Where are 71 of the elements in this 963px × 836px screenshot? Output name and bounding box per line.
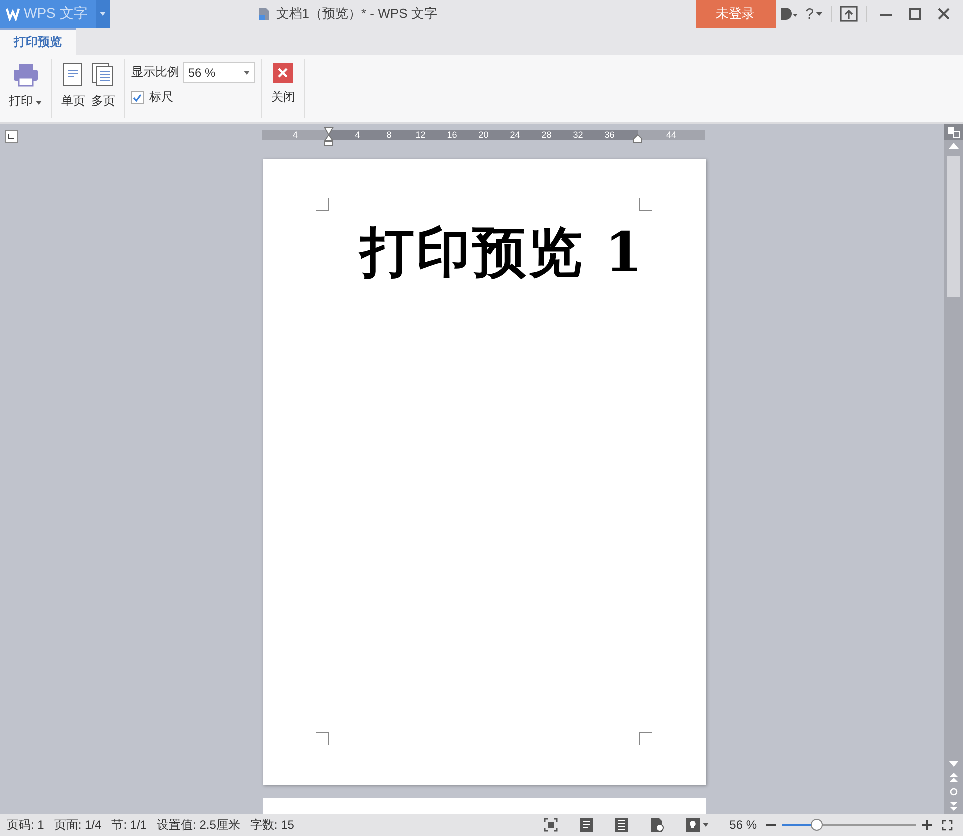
maximize-icon (909, 8, 921, 20)
status-text: 节: 1/1 (112, 816, 148, 834)
scrollbar-thumb[interactable] (947, 156, 960, 297)
status-text: 字数: 15 (250, 816, 294, 834)
fit-page-button[interactable] (544, 818, 558, 832)
zoom-label: 显示比例 (131, 64, 180, 81)
page-icon (63, 63, 84, 87)
single-page-button[interactable]: 单页 (58, 55, 88, 122)
print-button[interactable]: 打印 (6, 55, 46, 122)
lightbulb-icon (686, 818, 700, 832)
web-view-icon (650, 818, 664, 832)
close-preview-button[interactable]: 关闭 (268, 55, 298, 122)
zoom-dropdown[interactable]: 56 % (183, 62, 256, 83)
help-button[interactable]: ? (802, 0, 827, 28)
caret-icon (100, 12, 106, 16)
ruler-label: 36 (604, 130, 616, 140)
crop-mark-icon (639, 198, 652, 211)
page-view-icon (580, 818, 593, 832)
outline-view-icon (614, 818, 628, 832)
ruler-label: 12 (414, 130, 427, 140)
ribbon-tab[interactable]: 打印预览 (0, 28, 76, 55)
ruler-label: 16 (446, 130, 458, 140)
web-view-button[interactable] (650, 818, 664, 832)
down-arrow-icon (948, 761, 958, 767)
document-icon (258, 7, 270, 21)
circle-icon (950, 788, 958, 796)
multi-page-button[interactable]: 多页 (88, 55, 118, 122)
caret-icon (244, 70, 250, 74)
view-toggle-icon[interactable] (944, 124, 963, 140)
crop-mark-icon (316, 732, 329, 745)
printer-icon (12, 63, 39, 87)
ruler-label: 8 (386, 130, 393, 140)
document-heading: 打印预览 1 (358, 221, 645, 283)
caret-icon (36, 101, 42, 105)
crop-mark-icon (639, 732, 652, 745)
status-text: 页面: 1/4 (54, 816, 102, 834)
fit-page-icon (544, 818, 558, 832)
fullscreen-button[interactable] (942, 820, 953, 830)
caret-icon (702, 823, 709, 827)
fullscreen-icon (942, 820, 953, 830)
ruler-corner-button[interactable] (5, 130, 18, 143)
plus-icon (922, 820, 932, 830)
close-icon (273, 63, 294, 83)
ruler-label: 32 (572, 130, 584, 140)
status-text: 页码: 1 (7, 816, 44, 834)
ruler-label: 44 (666, 130, 676, 140)
caret-icon (816, 12, 823, 16)
window-title: 文档1（预览）* - WPS 文字 (276, 5, 438, 23)
ruler-label: 4 (292, 130, 298, 140)
ruler-label: 20 (478, 130, 490, 140)
right-indent-marker-icon[interactable] (633, 134, 643, 144)
status-text: 设置值: 2.5厘米 (157, 816, 240, 834)
zoom-level-text: 56 % (730, 818, 757, 832)
ruler-label: 24 (509, 130, 522, 140)
outline-view-button[interactable] (614, 818, 628, 832)
reading-mode-button[interactable] (686, 818, 709, 832)
up-arrow-icon (948, 143, 958, 149)
double-up-arrow-icon (950, 773, 958, 782)
pages-icon (92, 63, 114, 87)
ruler-label: 28 (540, 130, 553, 140)
zoom-in-button[interactable] (922, 820, 932, 830)
app-logo-icon (6, 7, 20, 21)
close-icon (938, 8, 950, 20)
crop-mark-icon (316, 198, 329, 211)
ruler-label: 4 (354, 130, 362, 140)
indent-marker-icon[interactable] (324, 127, 334, 147)
page-view-button[interactable] (580, 818, 593, 832)
ruler-checkbox[interactable]: 标尺 (131, 89, 256, 106)
check-icon (133, 94, 142, 102)
upload-icon (840, 6, 858, 22)
double-down-arrow-icon (950, 802, 958, 811)
